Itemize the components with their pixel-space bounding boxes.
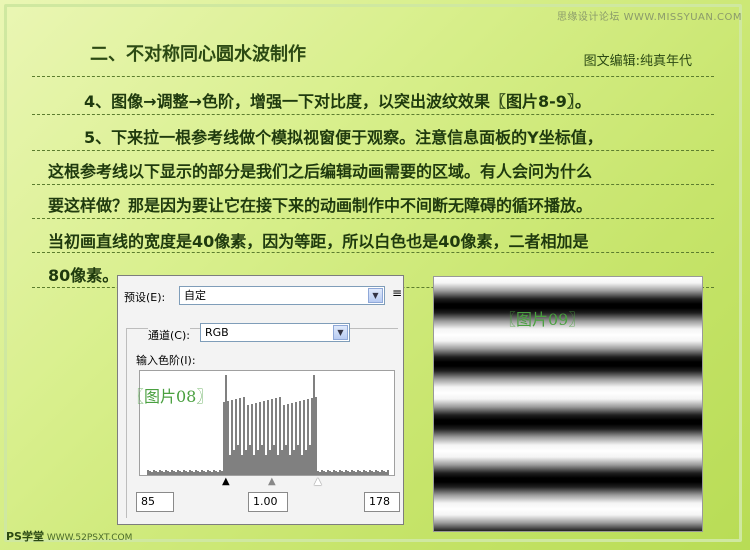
divider [32,184,714,185]
editor-credit: 图文编辑:纯真年代 [583,54,692,69]
body-line-2: 5、下来拉一根参考线做个模拟视窗便于观察。注意信息面板的Y坐标值， [84,128,603,147]
channel-value: RGB [205,326,229,339]
divider [32,150,714,151]
site-watermark: 思缘设计论坛 WWW.MISSYUAN.COM [556,12,742,23]
figure-08-caption: 〖图片08〗 [128,387,213,406]
body-line-3: 这根参考线以下显示的部分是我们之后编辑动画需要的区域。有人会问为什么 [48,162,593,181]
body-line-5: 当初画直线的宽度是40像素，因为等距，所以白色也是40像素，二者相加是 [48,232,589,251]
white-point-slider[interactable]: ▲ [314,477,322,487]
divider [32,76,714,77]
chevron-down-icon[interactable]: ▼ [333,325,348,340]
channel-select[interactable]: RGB ▼ [200,323,350,342]
gamma-slider[interactable]: ▲ [268,477,276,487]
body-line-1: 4、图像→调整→色阶，增强一下对比度，以突出波纹效果〖图片8-9〗。 [84,92,591,111]
input-white-field[interactable]: 178 [364,492,400,512]
input-levels-label: 输入色阶(I): [136,354,196,367]
preset-value: 自定 [184,289,206,302]
section-heading: 二、不对称同心圆水波制作 [90,44,306,65]
input-gamma-field[interactable]: 1.00 [248,492,288,512]
bottom-logo: PS学堂 WWW.52PSXT.COM [6,528,132,544]
input-black-field[interactable]: 85 [136,492,174,512]
brand-logo: PS学堂 [6,530,44,543]
chevron-down-icon[interactable]: ▼ [368,288,383,303]
divider [32,218,714,219]
figure-09-caption: 〖图片09〗 [500,310,585,329]
preset-label: 预设(E): [124,291,166,304]
channel-label: 通道(C): [148,327,190,343]
menu-icon[interactable]: ≡ [392,286,402,300]
divider [32,114,714,115]
black-point-slider[interactable]: ▲ [222,477,230,487]
divider [32,252,714,253]
preset-select[interactable]: 自定 ▼ [179,286,385,305]
body-line-4: 要这样做？那是因为要让它在接下来的动画制作中不间断无障碍的循环播放。 [48,196,593,215]
brand-url: WWW.52PSXT.COM [46,533,133,543]
